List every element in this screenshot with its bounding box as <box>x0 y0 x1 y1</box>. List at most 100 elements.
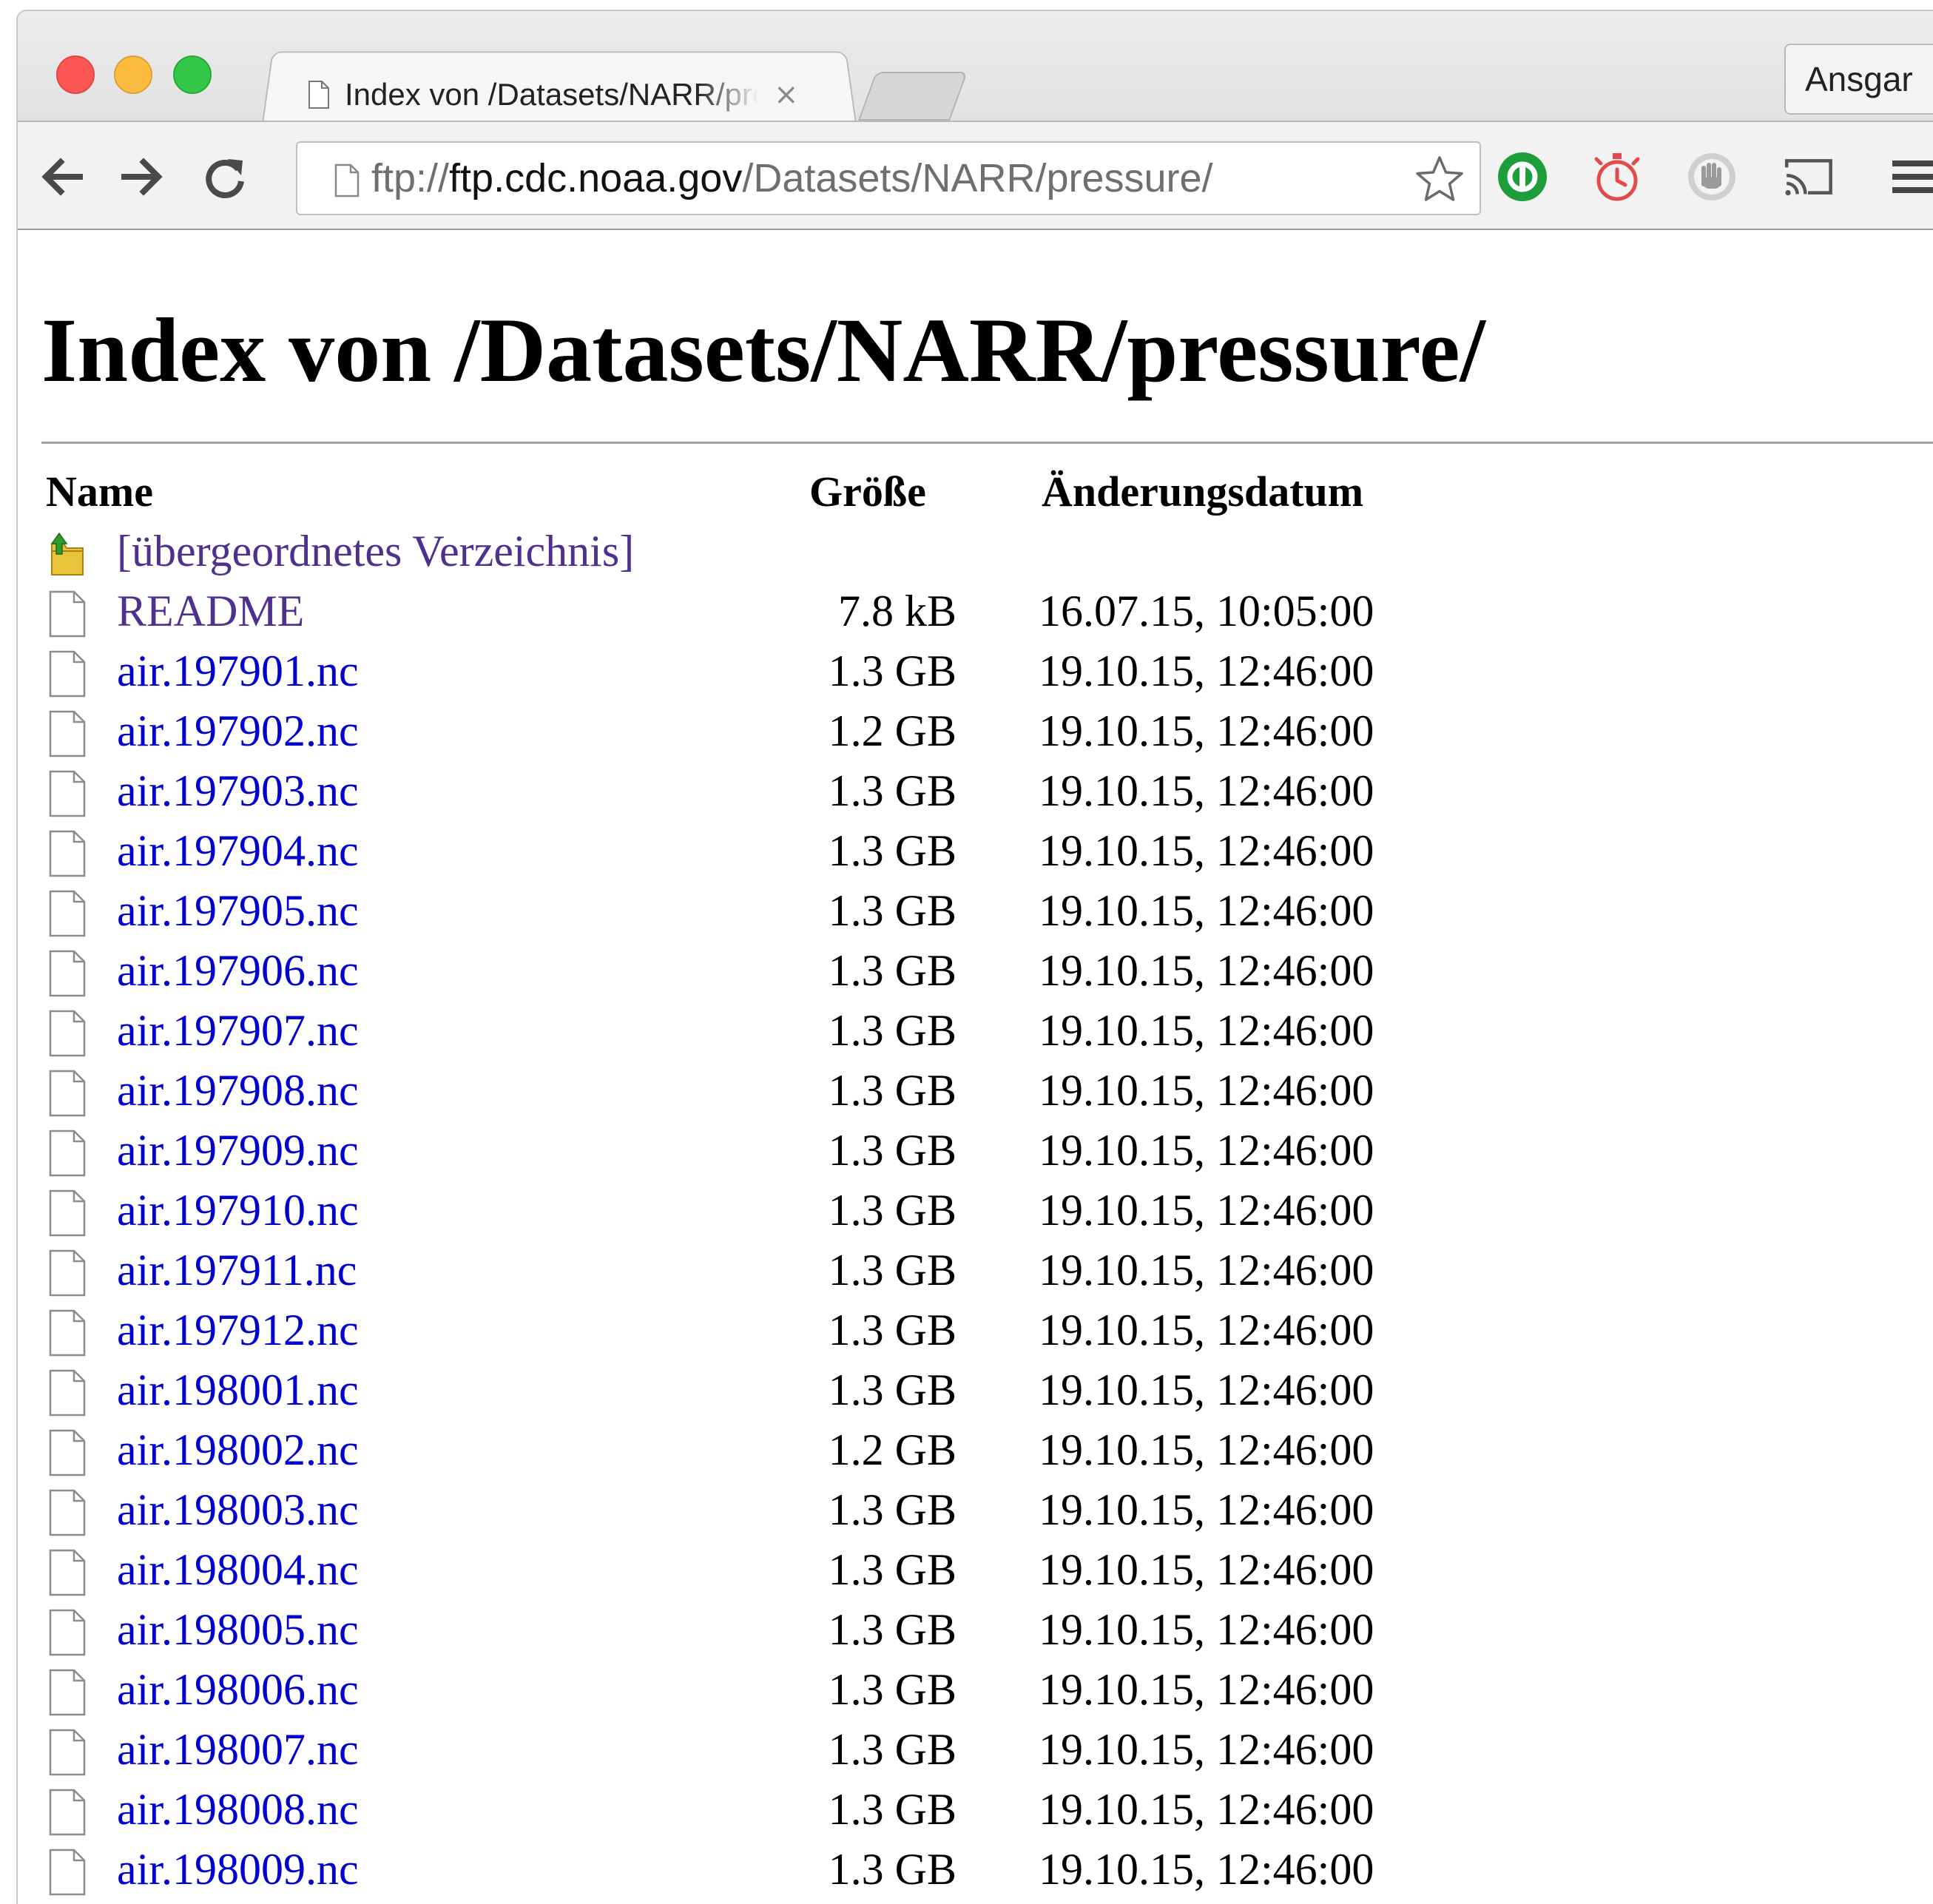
url-path: /Datasets/NARR/pressure/ <box>742 156 1213 200</box>
address-bar[interactable]: ftp://ftp.cdc.noaa.gov/Datasets/NARR/pre… <box>296 141 1481 215</box>
file-link[interactable]: air.198007.nc <box>117 1724 359 1775</box>
forward-arrow-icon <box>121 158 163 196</box>
file-size: 1.3 GB <box>828 1665 957 1714</box>
file-icon <box>49 1609 86 1656</box>
file-listing: [übergeordnetes Verzeichnis] README 7.8 k… <box>18 523 1933 1901</box>
file-link[interactable]: air.198009.nc <box>117 1844 359 1895</box>
reload-button[interactable] <box>197 149 253 205</box>
file-link[interactable]: air.197906.nc <box>117 945 359 996</box>
file-link[interactable]: README <box>117 586 304 637</box>
file-link[interactable]: air.198005.nc <box>117 1604 359 1655</box>
file-link[interactable]: air.197902.nc <box>117 706 359 757</box>
file-link[interactable]: air.197908.nc <box>117 1065 359 1116</box>
file-row: air.197907.nc 1.3 GB 19.10.15, 12:46:00 <box>18 1002 1933 1062</box>
file-icon <box>49 1789 86 1836</box>
parent-directory-row: [übergeordnetes Verzeichnis] <box>18 523 1933 583</box>
file-link[interactable]: air.197901.nc <box>117 646 359 697</box>
back-arrow-icon <box>41 158 83 196</box>
file-link[interactable]: air.197911.nc <box>117 1245 357 1296</box>
tab-strip: Index von /Datasets/NARR/pressure/ × Ans… <box>18 11 1933 124</box>
heading-divider <box>41 442 1933 444</box>
file-row: air.197909.nc 1.3 GB 19.10.15, 12:46:00 <box>18 1122 1933 1182</box>
back-button[interactable] <box>34 149 90 205</box>
url-scheme: ftp:// <box>371 156 450 200</box>
document-icon <box>308 81 329 109</box>
minimize-window-button[interactable] <box>114 55 152 94</box>
cast-icon[interactable] <box>1781 150 1835 203</box>
file-size: 1.3 GB <box>828 1066 957 1115</box>
file-icon <box>49 1369 86 1417</box>
new-tab-button[interactable] <box>857 72 968 121</box>
file-link[interactable]: air.198001.nc <box>117 1365 359 1416</box>
reload-icon <box>206 159 244 198</box>
file-link[interactable]: air.197912.nc <box>117 1305 359 1356</box>
profile-button[interactable]: Ansgar <box>1784 44 1933 115</box>
forward-button[interactable] <box>114 149 170 205</box>
tab-title: Index von /Datasets/NARR/pressure/ <box>345 77 759 112</box>
file-icon <box>49 710 86 757</box>
tab-close-icon[interactable]: × <box>774 78 799 112</box>
file-size: 1.2 GB <box>828 1425 957 1474</box>
grey-hand-icon[interactable] <box>1685 150 1738 203</box>
file-link[interactable]: air.198008.nc <box>117 1784 359 1835</box>
menu-icon[interactable] <box>1892 150 1933 203</box>
file-icon <box>49 590 86 638</box>
bookmark-star-icon[interactable] <box>1413 153 1466 206</box>
file-row: air.197908.nc 1.3 GB 19.10.15, 12:46:00 <box>18 1062 1933 1122</box>
active-tab-content: Index von /Datasets/NARR/pressure/ × <box>308 69 855 121</box>
file-date: 19.10.15, 12:46:00 <box>1039 1725 1374 1774</box>
file-size: 1.3 GB <box>828 1006 957 1055</box>
file-icon <box>49 890 86 937</box>
page-info-icon[interactable] <box>334 163 360 198</box>
red-timer-icon[interactable] <box>1590 150 1644 203</box>
file-date: 19.10.15, 12:46:00 <box>1039 766 1374 815</box>
file-link[interactable]: air.197909.nc <box>117 1125 359 1176</box>
column-header-date[interactable]: Änderungsdatum <box>1042 467 1363 516</box>
file-row: air.198003.nc 1.3 GB 19.10.15, 12:46:00 <box>18 1482 1933 1542</box>
file-link[interactable]: air.198004.nc <box>117 1545 359 1596</box>
parent-directory-link[interactable]: [übergeordnetes Verzeichnis] <box>117 526 634 577</box>
file-icon <box>49 1130 86 1177</box>
page-heading: Index von /Datasets/NARR/pressure/ <box>41 300 1485 401</box>
file-link[interactable]: air.197904.nc <box>117 826 359 877</box>
file-date: 16.07.15, 10:05:00 <box>1039 587 1374 635</box>
file-link[interactable]: air.198002.nc <box>117 1425 359 1476</box>
file-size: 1.3 GB <box>828 826 957 875</box>
file-size: 1.3 GB <box>828 1785 957 1834</box>
file-link[interactable]: air.197910.nc <box>117 1185 359 1236</box>
file-link[interactable]: air.197903.nc <box>117 766 359 817</box>
file-link[interactable]: air.197905.nc <box>117 885 359 936</box>
green-circle-icon[interactable] <box>1496 150 1549 203</box>
file-date: 19.10.15, 12:46:00 <box>1039 706 1374 755</box>
file-size: 1.3 GB <box>828 1126 957 1175</box>
file-date: 19.10.15, 12:46:00 <box>1039 1485 1374 1534</box>
file-row: air.197902.nc 1.2 GB 19.10.15, 12:46:00 <box>18 703 1933 763</box>
file-row: air.198007.nc 1.3 GB 19.10.15, 12:46:00 <box>18 1721 1933 1781</box>
file-size: 1.3 GB <box>828 1725 957 1774</box>
profile-name: Ansgar <box>1805 60 1913 98</box>
file-date: 19.10.15, 12:46:00 <box>1039 1066 1374 1115</box>
file-date: 19.10.15, 12:46:00 <box>1039 946 1374 995</box>
file-date: 19.10.15, 12:46:00 <box>1039 1306 1374 1354</box>
file-date: 19.10.15, 12:46:00 <box>1039 1785 1374 1834</box>
file-row: air.198004.nc 1.3 GB 19.10.15, 12:46:00 <box>18 1542 1933 1601</box>
zoom-window-button[interactable] <box>173 55 212 94</box>
file-size: 1.3 GB <box>828 946 957 995</box>
file-size: 1.3 GB <box>828 886 957 935</box>
file-row: air.198008.nc 1.3 GB 19.10.15, 12:46:00 <box>18 1781 1933 1841</box>
file-icon <box>49 1189 86 1237</box>
column-header-size[interactable]: Größe <box>809 467 926 516</box>
file-row: air.198002.nc 1.2 GB 19.10.15, 12:46:00 <box>18 1422 1933 1482</box>
column-header-name[interactable]: Name <box>46 467 153 516</box>
file-row: air.198005.nc 1.3 GB 19.10.15, 12:46:00 <box>18 1601 1933 1661</box>
file-link[interactable]: air.198006.nc <box>117 1664 359 1715</box>
file-link[interactable]: air.198003.nc <box>117 1485 359 1536</box>
file-icon <box>49 1549 86 1596</box>
file-size: 1.2 GB <box>828 706 957 755</box>
url-host: ftp.cdc.noaa.gov <box>449 156 743 200</box>
file-icon <box>49 1849 86 1896</box>
file-icon <box>49 1669 86 1716</box>
close-window-button[interactable] <box>56 55 95 94</box>
file-link[interactable]: air.197907.nc <box>117 1005 359 1056</box>
file-size: 1.3 GB <box>828 647 957 695</box>
